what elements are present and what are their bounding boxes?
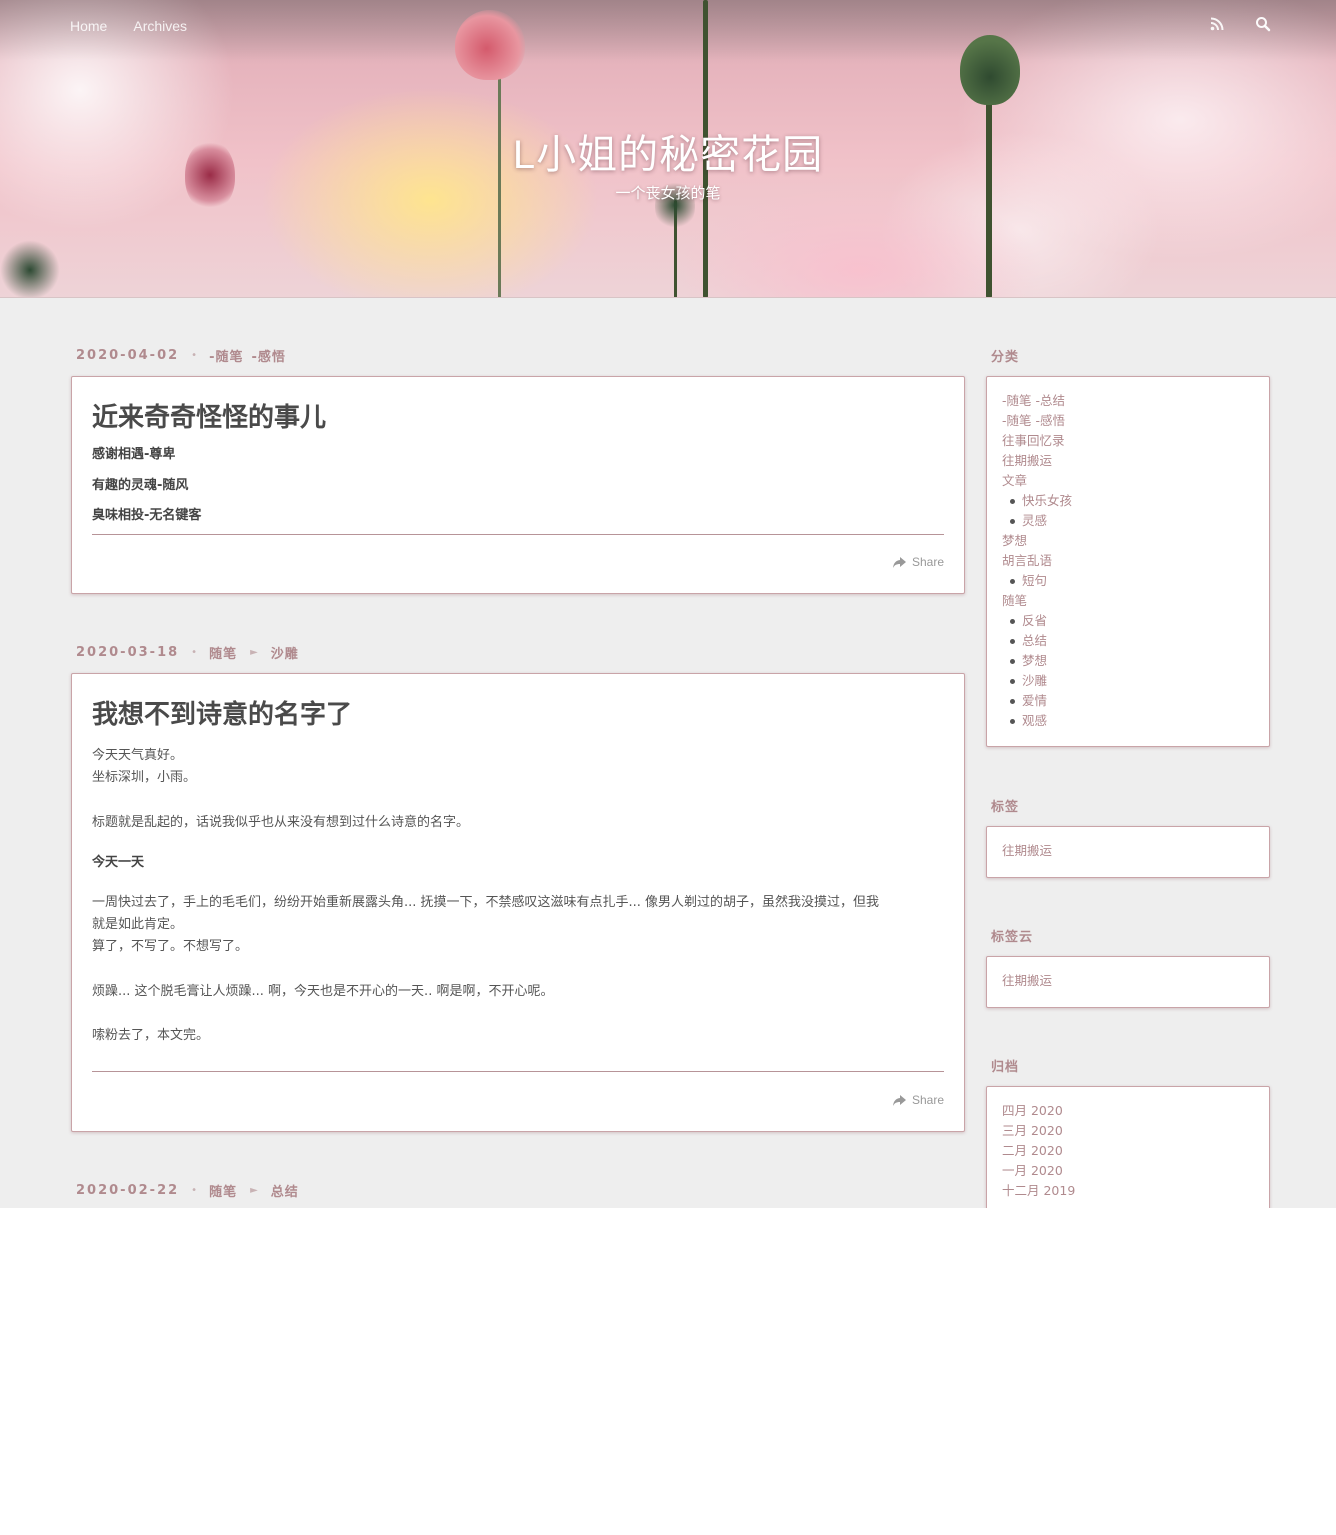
post-card: 近来奇奇怪怪的事儿 感谢相遇-尊卑 有趣的灵魂-随风 臭味相投-无名键客 Sha… [71, 376, 965, 594]
post-line: 算了，不写了。不想写了。 [92, 939, 249, 954]
site-title[interactable]: L小姐的秘密花园 [0, 122, 1336, 180]
header-banner: Home Archives L小姐的秘密花园 一个丧女孩的笔 [0, 0, 1336, 298]
categories-widget: -随笔 -总结 -随笔 -感悟 往事回忆录 往期搬运 文章 快乐女孩 灵感 梦想… [986, 376, 1270, 747]
category-separator: ► [250, 1185, 258, 1196]
nav-archives-link[interactable]: Archives [133, 18, 187, 34]
post-divider [92, 534, 944, 535]
share-icon [892, 556, 906, 568]
post-category[interactable]: -随笔 [209, 346, 243, 365]
flower-bud [0, 240, 60, 297]
top-nav: Home Archives [70, 18, 187, 34]
share-icon [892, 1094, 906, 1106]
post-title[interactable]: 近来奇奇怪怪的事儿 [92, 397, 944, 434]
post-meta: 2020-03-18 • 随笔 ► 沙雕 [76, 643, 299, 662]
widget-title-tags: 标签 [991, 800, 1020, 815]
post-divider [92, 1071, 944, 1072]
rss-icon[interactable] [1210, 14, 1230, 34]
subcategory-link[interactable]: 总结 [1002, 631, 1254, 651]
share-label: Share [911, 555, 944, 569]
post-line: 烦躁... 这个脱毛膏让人烦躁... 啊，今天也是不开心的一天.. 啊是啊，不开… [92, 984, 554, 999]
post-line: 感谢相遇-尊卑 [92, 447, 176, 462]
post-date[interactable]: 2020-03-18 [76, 645, 179, 660]
category-link[interactable]: 梦想 [1002, 531, 1254, 551]
share-button[interactable]: Share [892, 555, 944, 569]
post-line: 有趣的灵魂-随风 [92, 478, 189, 493]
post-meta: 2020-02-22 • 随笔 ► 总结 [76, 1181, 299, 1200]
post-line: 今天天气真好。 [92, 748, 184, 763]
search-icon[interactable] [1255, 14, 1275, 34]
flower-bud [455, 10, 525, 80]
category-link[interactable]: -随笔 -总结 [1002, 391, 1254, 411]
post-category[interactable]: 随笔 [209, 1181, 237, 1200]
post-date[interactable]: 2020-04-02 [76, 348, 179, 363]
category-separator: ► [250, 647, 258, 658]
tag-cloud-link[interactable]: 往期搬运 [1002, 971, 1254, 991]
post-category[interactable]: 随笔 [209, 643, 237, 662]
category-link[interactable]: 随笔 [1002, 591, 1254, 611]
post-category[interactable]: 总结 [271, 1181, 299, 1200]
post-category[interactable]: 沙雕 [271, 643, 299, 662]
archive-link[interactable]: 一月 2020 [1002, 1161, 1254, 1181]
share-label: Share [911, 1093, 944, 1107]
tags-widget: 往期搬运 [986, 826, 1270, 878]
subcategory-link[interactable]: 快乐女孩 [1002, 491, 1254, 511]
tag-link[interactable]: 往期搬运 [1002, 841, 1254, 861]
widget-title-archives: 归档 [991, 1060, 1020, 1075]
separator-dot: • [191, 350, 198, 361]
category-link[interactable]: -随笔 -感悟 [1002, 411, 1254, 431]
subcategory-link[interactable]: 梦想 [1002, 651, 1254, 671]
tag-cloud-widget: 往期搬运 [986, 956, 1270, 1008]
post-category[interactable]: -感悟 [251, 346, 285, 365]
post-meta: 2020-04-02 • -随笔 -感悟 [76, 346, 286, 365]
archive-link[interactable]: 二月 2020 [1002, 1141, 1254, 1161]
subcategory-link[interactable]: 短句 [1002, 571, 1254, 591]
category-link[interactable]: 往事回忆录 [1002, 431, 1254, 451]
site-subtitle: 一个丧女孩的笔 [615, 184, 721, 202]
widget-title-tag-cloud: 标签云 [991, 930, 1034, 945]
post-line: 嗦粉去了，本文完。 [92, 1028, 210, 1043]
archive-link[interactable]: 十二月 2019 [1002, 1181, 1254, 1201]
post-date[interactable]: 2020-02-22 [76, 1183, 179, 1198]
subcategory-link[interactable]: 爱情 [1002, 691, 1254, 711]
subcategory-link[interactable]: 灵感 [1002, 511, 1254, 531]
post-line: 今天一天 [92, 855, 145, 870]
subcategory-link[interactable]: 沙雕 [1002, 671, 1254, 691]
nav-home-link[interactable]: Home [70, 18, 107, 34]
post-line: 就是如此肯定。 [92, 917, 184, 932]
category-link[interactable]: 往期搬运 [1002, 451, 1254, 471]
post-line: 臭味相投-无名键客 [92, 508, 202, 523]
banner-top-shade [0, 0, 1336, 60]
subcategory-link[interactable]: 反省 [1002, 611, 1254, 631]
post-line: 一周快过去了，手上的毛毛们，纷纷开始重新展露头角... 抚摸一下，不禁感叹这滋味… [92, 895, 880, 910]
main-content: 2020-04-02 • -随笔 -感悟 近来奇奇怪怪的事儿 感谢相遇-尊卑 有… [0, 298, 1336, 1208]
widget-title-categories: 分类 [991, 350, 1020, 365]
share-button[interactable]: Share [892, 1093, 944, 1107]
separator-dot: • [191, 647, 198, 658]
category-link[interactable]: 文章 [1002, 471, 1254, 491]
separator-dot: • [191, 1185, 198, 1196]
post-card: 我想不到诗意的名字了 今天天气真好。 坐标深圳，小雨。 标题就是乱起的，话说我似… [71, 673, 965, 1132]
subcategory-link[interactable]: 观感 [1002, 711, 1254, 731]
post-line: 标题就是乱起的，话说我似乎也从来没有想到过什么诗意的名字。 [92, 815, 470, 830]
category-link[interactable]: 胡言乱语 [1002, 551, 1254, 571]
archive-link[interactable]: 三月 2020 [1002, 1121, 1254, 1141]
archives-widget: 四月 2020 三月 2020 二月 2020 一月 2020 十二月 2019 [986, 1086, 1270, 1208]
post-line: 坐标深圳，小雨。 [92, 770, 197, 785]
flower-bud [960, 35, 1020, 105]
post-title[interactable]: 我想不到诗意的名字了 [92, 694, 944, 731]
archive-link[interactable]: 四月 2020 [1002, 1101, 1254, 1121]
